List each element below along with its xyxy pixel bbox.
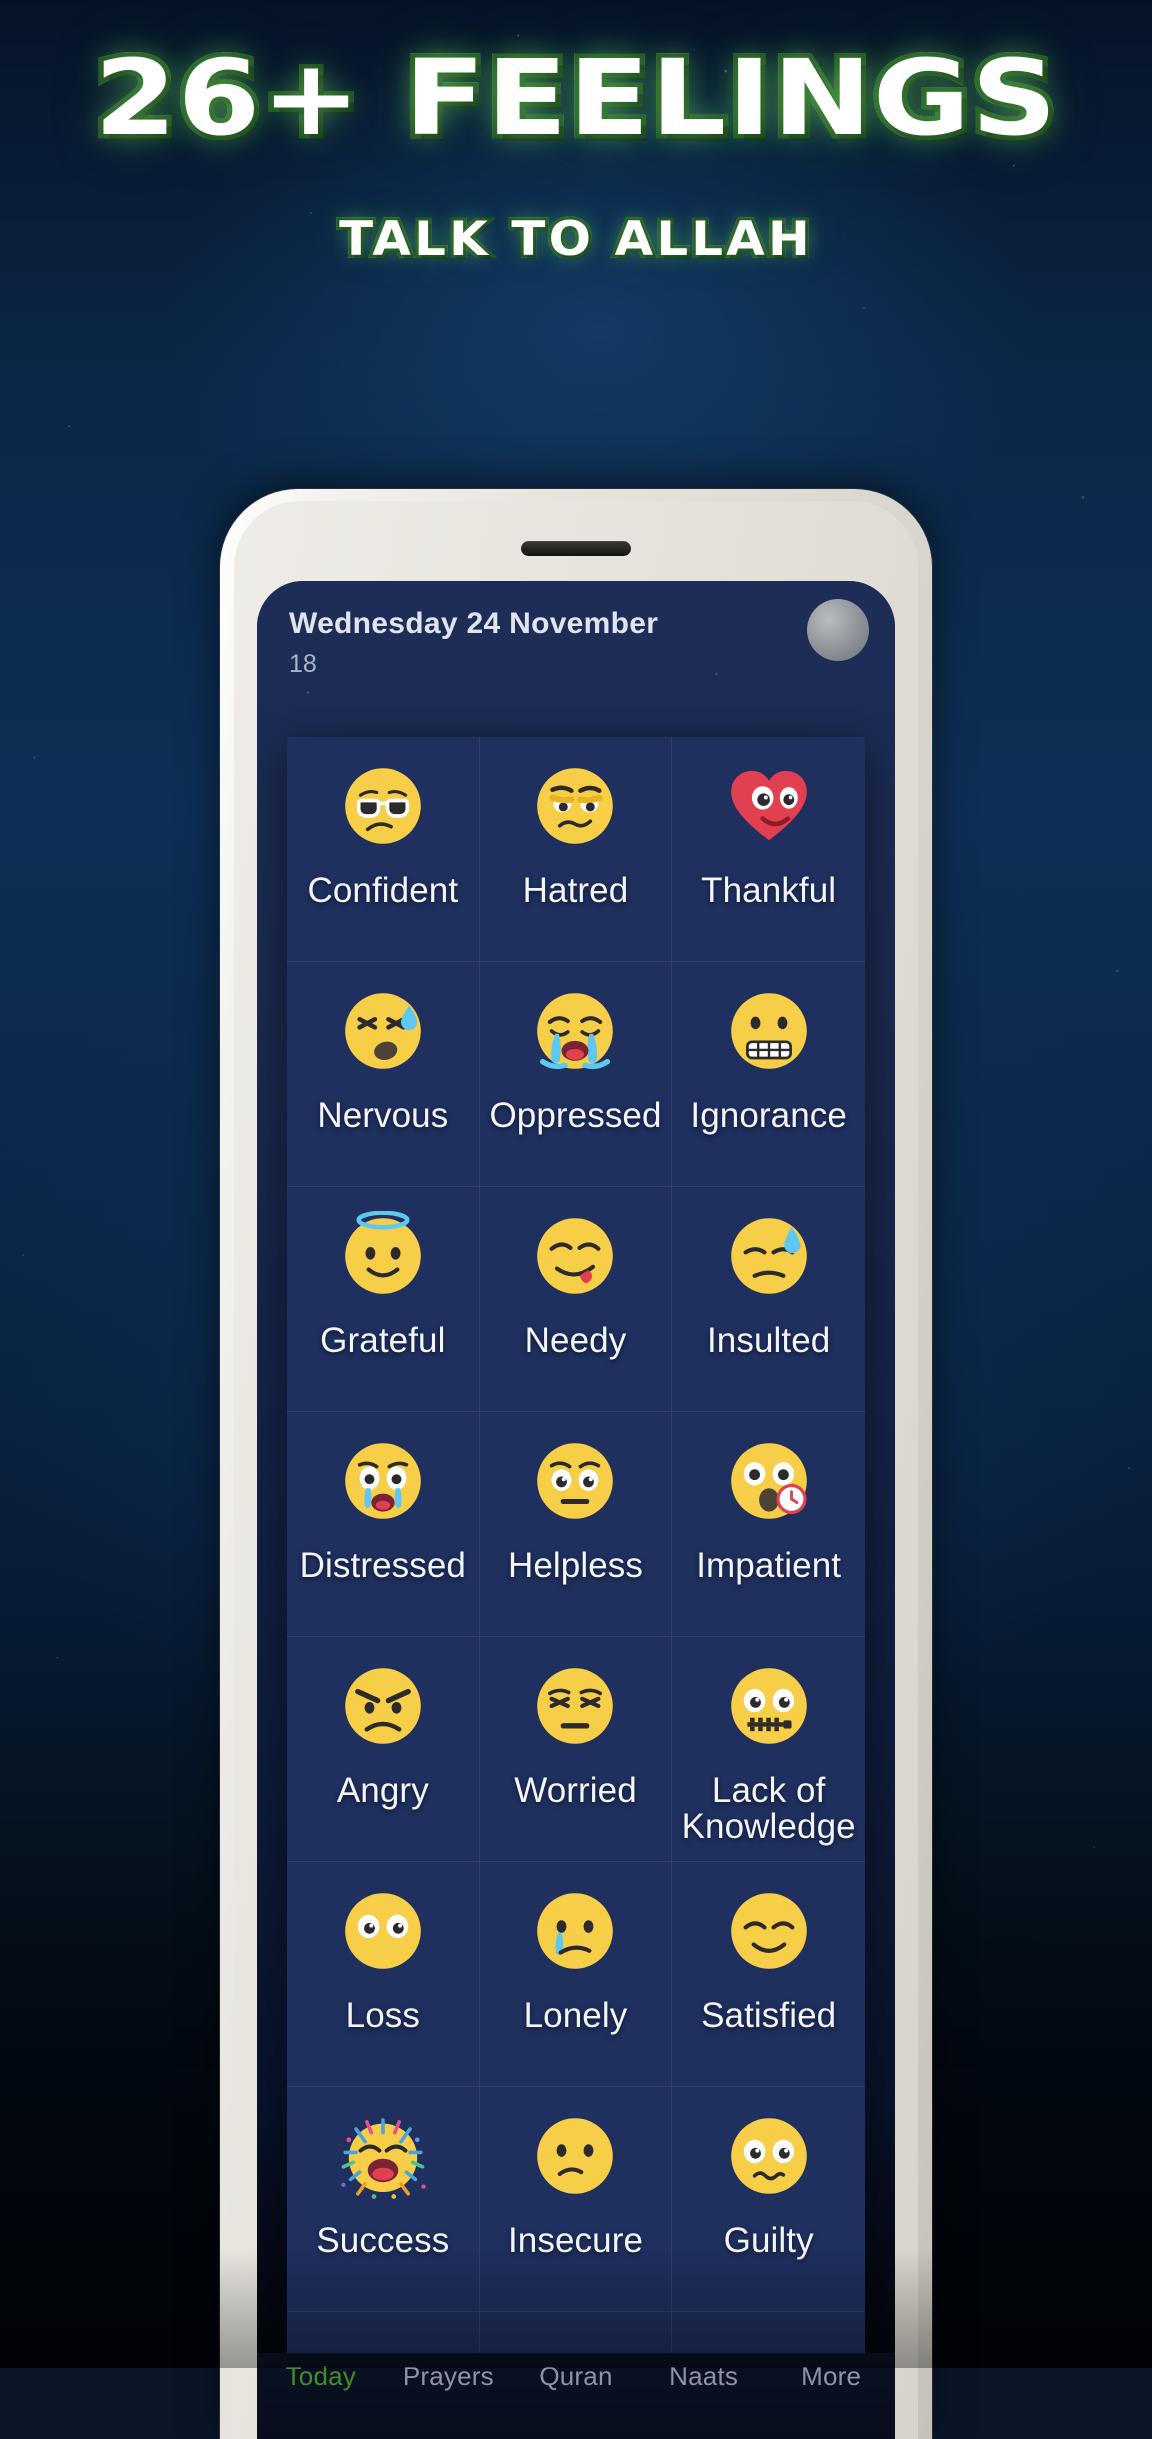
smiling-face-with-halo-emoji (338, 1211, 428, 1301)
feeling-label: Satisfied (701, 1996, 837, 2035)
hijri-date-label: 18 (289, 650, 317, 678)
feeling-tile[interactable]: Distressed (287, 1412, 480, 1637)
worried-wavy-mouth-face-emoji (724, 2111, 814, 2201)
nav-item-today[interactable]: Today (257, 2361, 385, 2392)
feeling-label: Insulted (706, 1321, 831, 1360)
nav-item-quran[interactable]: Quran (512, 2361, 640, 2392)
relieved-smiling-face-emoji (724, 1886, 814, 1976)
feeling-tile[interactable]: Grateful (287, 1187, 480, 1412)
sad-single-tear-face-emoji (530, 1886, 620, 1976)
feeling-tile[interactable]: Confident (287, 737, 480, 962)
feeling-label: Confident (307, 871, 459, 910)
feeling-tile[interactable]: Angry (287, 1637, 480, 1862)
feeling-tile[interactable]: Satisfied (672, 1862, 865, 2087)
nav-item-naats[interactable]: Naats (640, 2361, 768, 2392)
feeling-tile[interactable]: Oppressed (479, 962, 673, 1187)
feeling-label: Thankful (701, 871, 837, 910)
feeling-label: Distressed (299, 1546, 466, 1585)
feeling-label: Guilty (723, 2221, 814, 2260)
feeling-tile[interactable]: Ignorance (672, 962, 865, 1187)
heart-with-face-emoji (724, 761, 814, 851)
feeling-label: Impatient (696, 1546, 842, 1585)
zipper-mouth-face-emoji (724, 1661, 814, 1751)
phone-earpiece-icon (521, 541, 631, 556)
nav-item-more[interactable]: More (767, 2361, 895, 2392)
pleading-worried-face-emoji (530, 1436, 620, 1526)
feeling-tile[interactable]: Lack of Knowledge (672, 1637, 865, 1862)
feeling-tile[interactable]: Hatred (479, 737, 673, 962)
feeling-tile[interactable]: Lonely (479, 1862, 673, 2087)
current-date-label: Wednesday 24 November (289, 607, 659, 640)
feeling-tile[interactable]: Guilty (672, 2087, 865, 2312)
feeling-label: Lonely (523, 1996, 628, 2035)
page-title: 26+ FEELINGS (0, 42, 1152, 155)
loudly-crying-face-emoji (530, 986, 620, 1076)
feeling-tile[interactable]: Helpless (479, 1412, 673, 1637)
nav-item-prayers[interactable]: Prayers (385, 2361, 513, 2392)
feelings-panel: Confident Hatred Thankful Nervous Oppressed I… (287, 737, 865, 2367)
feeling-tile[interactable]: Worried (479, 1637, 673, 1862)
feeling-tile[interactable]: Thankful (672, 737, 865, 962)
feeling-label: Worried (514, 1771, 637, 1810)
crying-anguished-face-emoji (338, 1436, 428, 1526)
feeling-label: Needy (524, 1321, 627, 1360)
astonished-face-with-clock-emoji (724, 1436, 814, 1526)
feeling-label: Grateful (320, 1321, 446, 1360)
grimacing-face-emoji (724, 986, 814, 1076)
app-header: Wednesday 24 November 18 (289, 607, 867, 679)
weary-sweat-face-emoji (338, 986, 428, 1076)
face-savoring-food-emoji (530, 1211, 620, 1301)
sunglasses-frown-face-emoji (338, 761, 428, 851)
expressionless-blank-face-emoji (338, 1886, 428, 1976)
feeling-label: Insecure (507, 2221, 644, 2260)
raised-eyebrow-smirk-face-emoji (530, 761, 620, 851)
feeling-tile[interactable]: Nervous (287, 962, 480, 1187)
bottom-navigation-bar[interactable]: Today Prayers Quran Naats More (257, 2353, 895, 2439)
partying-face-emoji (338, 2111, 428, 2201)
moon-icon (807, 599, 869, 661)
feelings-grid[interactable]: Confident Hatred Thankful Nervous Oppressed I… (287, 737, 865, 2367)
persevering-tired-face-emoji (530, 1661, 620, 1751)
feeling-label: Lack of Knowledge (681, 1771, 856, 1847)
page-subtitle: TALK TO ALLAH (0, 213, 1152, 266)
feeling-label: Oppressed (489, 1096, 662, 1135)
headline-block: 26+ FEELINGS TALK TO ALLAH (0, 42, 1152, 267)
feeling-label: Nervous (317, 1096, 449, 1135)
feeling-label: Ignorance (690, 1096, 847, 1135)
feeling-tile[interactable]: Impatient (672, 1412, 865, 1637)
feeling-label: Hatred (522, 871, 629, 910)
feeling-tile[interactable]: Success (287, 2087, 480, 2312)
confused-face-emoji (530, 2111, 620, 2201)
feeling-tile[interactable]: Insecure (479, 2087, 673, 2312)
angry-face-emoji (338, 1661, 428, 1751)
feeling-tile[interactable]: Loss (287, 1862, 480, 2087)
feeling-tile[interactable]: Insulted (672, 1187, 865, 1412)
phone-screen: Wednesday 24 November 18 Confident Hatred… (257, 581, 895, 2439)
downcast-face-with-sweat-emoji (724, 1211, 814, 1301)
phone-mockup: Wednesday 24 November 18 Confident Hatred… (220, 489, 932, 2439)
feeling-tile[interactable]: Needy (479, 1187, 673, 1412)
feeling-label: Success (316, 2221, 450, 2260)
feeling-label: Helpless (507, 1546, 643, 1585)
feeling-label: Angry (336, 1771, 429, 1810)
feeling-label: Loss (345, 1996, 420, 2035)
